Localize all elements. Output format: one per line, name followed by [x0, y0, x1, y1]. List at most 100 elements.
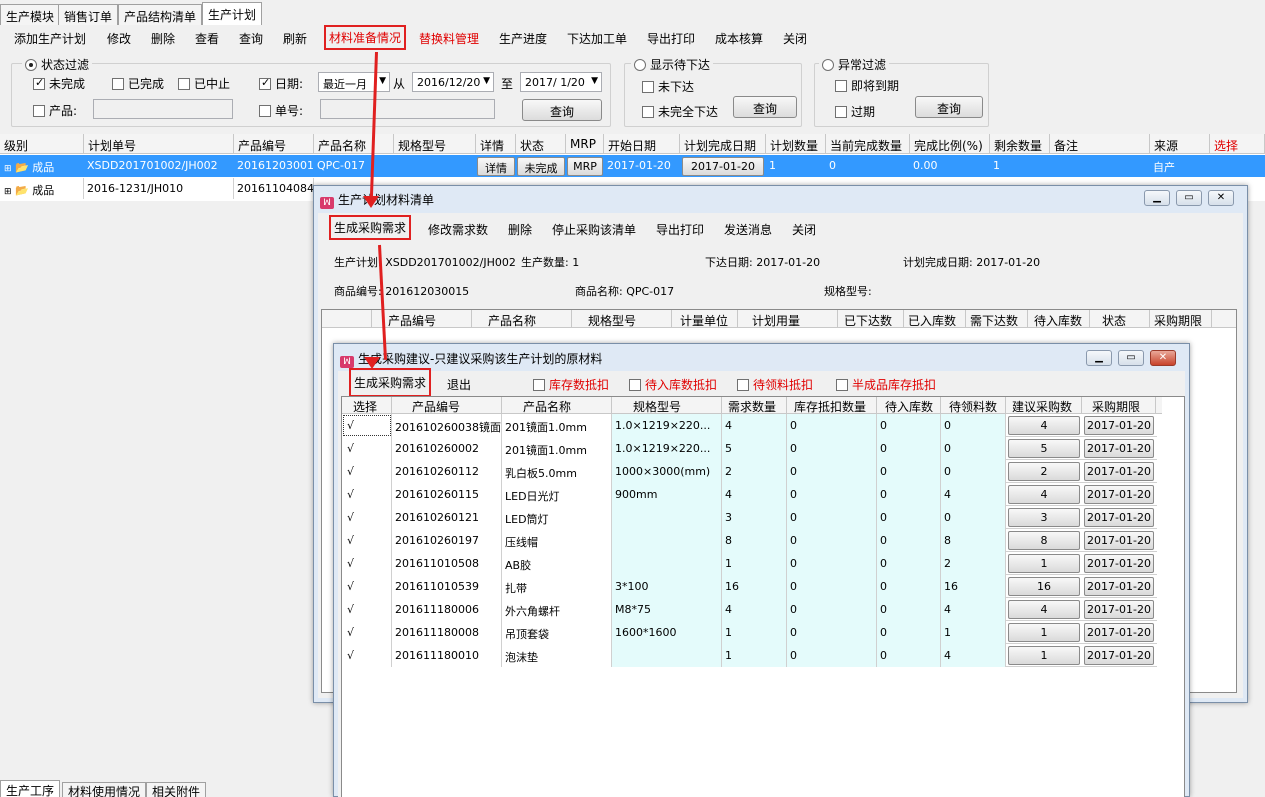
deadline-button[interactable]: 2017-01-20: [1084, 508, 1154, 527]
cell-select[interactable]: √: [342, 621, 392, 644]
date-checkbox[interactable]: 日期:: [259, 75, 303, 92]
col-spec[interactable]: 规格型号: [612, 397, 722, 414]
col-level[interactable]: 级别: [0, 134, 84, 154]
status-filter-title[interactable]: 状态过滤: [22, 56, 93, 73]
col-product-no[interactable]: 产品编号: [372, 310, 472, 328]
unfinished-checkbox[interactable]: 未完成: [33, 75, 85, 92]
suggest-qty-button[interactable]: 16: [1008, 577, 1080, 596]
col-product-name[interactable]: 产品名称: [472, 310, 572, 328]
product-checkbox[interactable]: 产品:: [33, 102, 77, 119]
col-plan-usage[interactable]: 计划用量: [738, 310, 838, 328]
cell-select[interactable]: √: [342, 414, 392, 437]
cost-button[interactable]: 成本核算: [715, 30, 763, 47]
suggest-qty-button[interactable]: 3: [1008, 508, 1080, 527]
col-need[interactable]: 需求数量: [722, 397, 787, 414]
suggest-qty-button[interactable]: 4: [1008, 416, 1080, 435]
tab-process[interactable]: 生产工序: [0, 780, 61, 797]
suggest-qty-button[interactable]: 4: [1008, 600, 1080, 619]
suggest-row[interactable]: √ 201610260112 乳白板5.0mm 1000×3000(mm) 2 0 0 0 2 2…: [342, 460, 1157, 483]
pick-deduct-checkbox[interactable]: 待领料抵扣: [737, 376, 813, 393]
close-icon[interactable]: ✕: [1208, 190, 1234, 206]
due-soon-checkbox[interactable]: 即将到期: [835, 77, 899, 94]
deadline-button[interactable]: 2017-01-20: [1084, 439, 1154, 458]
abnormal-radio[interactable]: [822, 59, 834, 71]
deadline-button[interactable]: 2017-01-20: [1084, 646, 1154, 665]
finished-checkbox[interactable]: 已完成: [112, 75, 164, 92]
filter-query-button[interactable]: 查询: [522, 99, 602, 121]
expand-icon[interactable]: ⊞: [4, 164, 12, 174]
tab-production-module[interactable]: 生产模块: [0, 4, 61, 25]
col-plan-no[interactable]: 计划单号: [84, 134, 234, 154]
export-print-button[interactable]: 导出打印: [656, 221, 704, 238]
col-product-name[interactable]: 产品名称: [314, 134, 394, 154]
send-message-button[interactable]: 发送消息: [724, 221, 772, 238]
col-unit[interactable]: 计量单位: [672, 310, 738, 328]
suggest-row[interactable]: √ 201610260115 LED日光灯 900mm 4 0 0 4 4 2017-01-20: [342, 483, 1157, 506]
overdue-checkbox[interactable]: 过期: [835, 103, 875, 120]
deadline-button[interactable]: 2017-01-20: [1084, 623, 1154, 642]
expand-icon[interactable]: ⊞: [4, 187, 12, 197]
date-range-select[interactable]: 最近一月 ▼: [318, 72, 390, 92]
export-print-button[interactable]: 导出打印: [647, 30, 695, 47]
stopped-checkbox[interactable]: 已中止: [178, 75, 230, 92]
col-incoming[interactable]: 待入库数: [1028, 310, 1090, 328]
col-done[interactable]: 当前完成数量: [826, 134, 910, 154]
suggest-row[interactable]: √ 201610260121 LED筒灯 3 0 0 0 3 2017-01-20: [342, 506, 1157, 529]
pending-query-button[interactable]: 查询: [733, 96, 797, 118]
incoming-deduct-checkbox[interactable]: 待入库数抵扣: [629, 376, 717, 393]
material-prep-button[interactable]: 材料准备情况: [324, 25, 407, 50]
col-product-no[interactable]: 产品编号: [234, 134, 314, 154]
suggest-qty-button[interactable]: 1: [1008, 646, 1080, 665]
exit-button[interactable]: 退出: [447, 376, 471, 393]
col-deadline[interactable]: 采购期限: [1082, 397, 1156, 414]
tab-production-plan[interactable]: 生产计划: [202, 2, 263, 25]
date-to-picker[interactable]: 2017/ 1/20 ▼: [520, 72, 602, 92]
suggest-row[interactable]: √ 201611010508 AB胶 1 0 0 2 1 2017-01-20: [342, 552, 1157, 575]
col-stock-deduct[interactable]: 库存抵扣数量: [787, 397, 877, 414]
col-detail[interactable]: 详情: [476, 134, 516, 154]
cell-select[interactable]: √: [342, 506, 392, 529]
refresh-button[interactable]: 刷新: [283, 30, 307, 47]
deadline-button[interactable]: 2017-01-20: [1084, 485, 1154, 504]
cell-select[interactable]: √: [342, 644, 392, 667]
col-to-issue[interactable]: 需下达数: [966, 310, 1028, 328]
suggest-row[interactable]: √ 201610260038镜面 201镜面1.0mm 1.0×1219×220...…: [342, 414, 1157, 437]
col-mrp[interactable]: MRP: [566, 134, 604, 154]
maximize-icon[interactable]: ▭: [1176, 190, 1202, 206]
not-fully-issued-checkbox[interactable]: 未完全下达: [642, 103, 718, 120]
col-start[interactable]: 开始日期: [604, 134, 680, 154]
status-button[interactable]: 未完成: [517, 157, 565, 176]
col-product-name[interactable]: 产品名称: [502, 397, 612, 414]
col-qty[interactable]: 计划数量: [766, 134, 826, 154]
suggest-qty-button[interactable]: 2: [1008, 462, 1080, 481]
col-to-pick[interactable]: 待领料数: [941, 397, 1006, 414]
generate-purchase-button[interactable]: 生成采购需求: [349, 368, 432, 397]
col-remain[interactable]: 剩余数量: [990, 134, 1050, 154]
col-stocked[interactable]: 已入库数: [904, 310, 966, 328]
stop-purchase-button[interactable]: 停止采购该清单: [552, 221, 636, 238]
cell-select[interactable]: √: [342, 575, 392, 598]
suggest-row[interactable]: √ 201611180008 吊顶套袋 1600*1600 1 0 0 1 1 2017-01-2…: [342, 621, 1157, 644]
col-finish[interactable]: 计划完成日期: [680, 134, 766, 154]
minimize-icon[interactable]: ▁: [1086, 350, 1112, 366]
deadline-button[interactable]: 2017-01-20: [1084, 462, 1154, 481]
maximize-icon[interactable]: ▭: [1118, 350, 1144, 366]
deadline-button[interactable]: 2017-01-20: [1084, 600, 1154, 619]
col-remark[interactable]: 备注: [1050, 134, 1150, 154]
close-icon[interactable]: ✕: [1150, 350, 1176, 366]
cell-select[interactable]: √: [342, 483, 392, 506]
col-deadline[interactable]: 采购期限: [1150, 310, 1212, 328]
status-radio[interactable]: [25, 59, 37, 71]
cell-select[interactable]: √: [342, 552, 392, 575]
pending-radio[interactable]: [634, 59, 646, 71]
cell-select[interactable]: √: [342, 598, 392, 621]
suggest-qty-button[interactable]: 1: [1008, 623, 1080, 642]
cell-select[interactable]: √: [342, 437, 392, 460]
delete-button[interactable]: 删除: [151, 30, 175, 47]
view-button[interactable]: 查看: [195, 30, 219, 47]
order-checkbox[interactable]: 单号:: [259, 102, 303, 119]
deadline-button[interactable]: 2017-01-20: [1084, 554, 1154, 573]
deadline-button[interactable]: 2017-01-20: [1084, 531, 1154, 550]
col-status[interactable]: 状态: [516, 134, 566, 154]
deadline-button[interactable]: 2017-01-20: [1084, 416, 1154, 435]
